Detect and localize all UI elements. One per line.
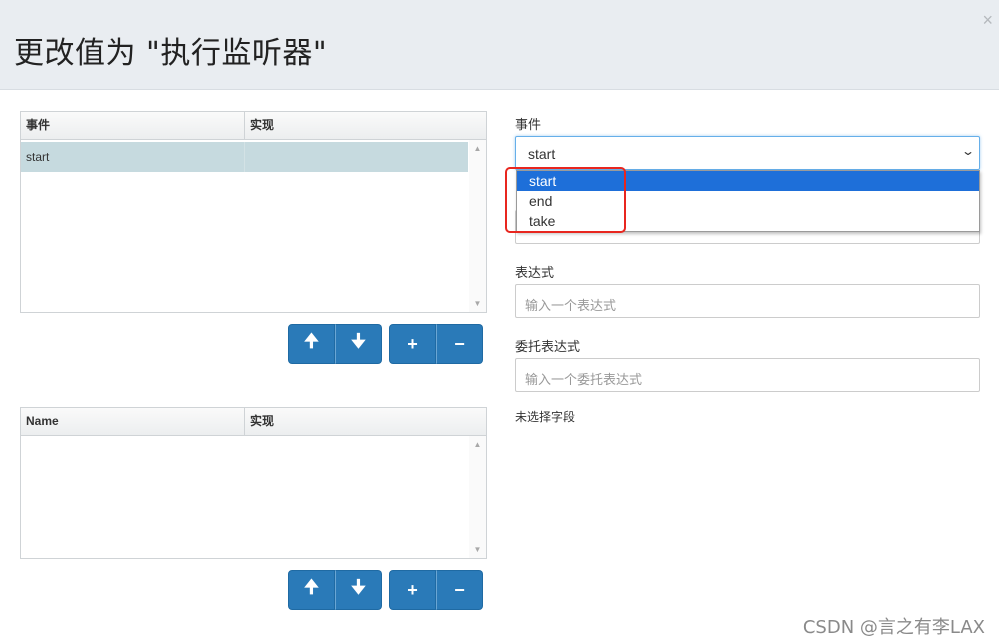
highlight-annotation-box xyxy=(505,167,626,233)
close-icon[interactable]: × xyxy=(982,10,993,31)
event-select[interactable]: start ⌄ xyxy=(515,136,980,170)
table-row[interactable]: start xyxy=(21,142,468,172)
scroll-up-icon[interactable]: ▲ xyxy=(469,440,486,449)
no-field-selected-text: 未选择字段 xyxy=(515,410,576,424)
event-label: 事件 xyxy=(515,117,542,132)
minus-icon: − xyxy=(454,579,465,600)
delegate-expression-placeholder: 输入一个委托表达式 xyxy=(525,372,643,387)
plus-icon: + xyxy=(407,579,418,600)
arrow-down-icon: 🠋 xyxy=(351,331,366,351)
listeners-grid: 事件 实现 start ▲ ▼ xyxy=(20,111,487,313)
expression-input[interactable]: 输入一个表达式 xyxy=(515,284,980,318)
expression-placeholder: 输入一个表达式 xyxy=(525,298,617,313)
scroll-up-icon[interactable]: ▲ xyxy=(469,144,486,153)
move-up-button[interactable]: 🠉 xyxy=(288,570,335,610)
add-listener-button[interactable]: + xyxy=(389,324,436,364)
vertical-scrollbar[interactable]: ▲ ▼ xyxy=(469,140,486,312)
chevron-down-icon: ⌄ xyxy=(960,144,976,158)
arrow-up-icon: 🠉 xyxy=(304,331,319,351)
column-header-name[interactable]: Name xyxy=(21,408,245,435)
listener-edit-buttons: + − xyxy=(389,324,483,364)
delegate-expression-label: 委托表达式 xyxy=(515,339,581,354)
watermark: CSDN @言之有李LAX xyxy=(802,617,985,638)
move-down-button[interactable]: 🠋 xyxy=(335,570,382,610)
column-header-implementation[interactable]: 实现 xyxy=(245,112,486,139)
grid-body: ▲ ▼ xyxy=(21,436,486,558)
field-order-buttons: 🠉 🠋 xyxy=(288,570,382,610)
expression-label: 表达式 xyxy=(515,265,555,280)
scroll-down-icon[interactable]: ▼ xyxy=(469,299,486,308)
plus-icon: + xyxy=(407,333,418,354)
fields-grid: Name 实现 ▲ ▼ xyxy=(20,407,487,559)
grid-header: Name 实现 xyxy=(21,408,486,436)
grid-header: 事件 实现 xyxy=(21,112,486,140)
vertical-scrollbar[interactable]: ▲ ▼ xyxy=(469,436,486,558)
move-up-button[interactable]: 🠉 xyxy=(288,324,335,364)
remove-listener-button[interactable]: − xyxy=(436,324,483,364)
column-header-implementation[interactable]: 实现 xyxy=(245,408,486,435)
remove-field-button[interactable]: − xyxy=(436,570,483,610)
scroll-down-icon[interactable]: ▼ xyxy=(469,545,486,554)
column-header-event[interactable]: 事件 xyxy=(21,112,245,139)
cell-event: start xyxy=(21,142,245,172)
field-edit-buttons: + − xyxy=(389,570,483,610)
move-down-button[interactable]: 🠋 xyxy=(335,324,382,364)
event-select-value: start xyxy=(528,146,556,162)
delegate-expression-input[interactable]: 输入一个委托表达式 xyxy=(515,358,980,392)
arrow-down-icon: 🠋 xyxy=(351,577,366,597)
listener-order-buttons: 🠉 🠋 xyxy=(288,324,382,364)
add-field-button[interactable]: + xyxy=(389,570,436,610)
grid-body: start ▲ ▼ xyxy=(21,140,486,312)
dialog-title: 更改值为 "执行监听器" xyxy=(14,36,328,71)
arrow-up-icon: 🠉 xyxy=(304,577,319,597)
cell-implementation xyxy=(245,142,250,172)
minus-icon: − xyxy=(454,333,465,354)
dialog-header: 更改值为 "执行监听器" × xyxy=(0,0,999,90)
